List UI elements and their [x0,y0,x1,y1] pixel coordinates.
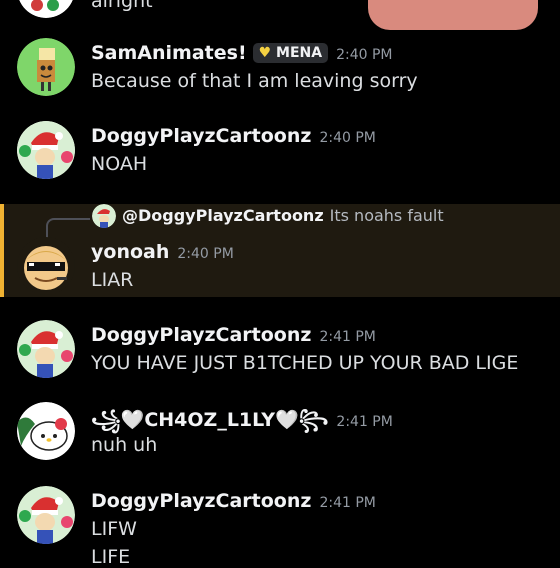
reply-text[interactable]: Its noahs fault [330,206,444,225]
message-text-2: LIFE [91,546,131,568]
reply-preview[interactable]: @DoggyPlayzCartoonz Its noahs fault [122,206,444,225]
username[interactable]: DoggyPlayzCartoonz 2:41 PM [91,324,376,346]
username[interactable]: SamAnimates! ♥ MENA 2:40 PM [91,42,393,64]
username-text[interactable]: yonoah [91,241,169,263]
message-text: nuh uh [91,434,158,456]
avatar-yonoah[interactable] [17,237,75,295]
reply-avatar[interactable] [92,204,116,228]
timestamp: 2:40 PM [336,47,393,63]
avatar-partial[interactable] [17,0,75,18]
username[interactable]: DoggyPlayzCartoonz 2:41 PM [91,490,376,512]
username[interactable]: DoggyPlayzCartoonz 2:40 PM [91,125,376,147]
username-text[interactable]: DoggyPlayzCartoonz [91,490,311,512]
timestamp: 2:40 PM [319,130,376,146]
message-text: Because of that I am leaving sorry [91,70,418,92]
message-text: alright [91,0,153,12]
message-text: LIAR [91,269,134,291]
badge-label: MENA [276,45,323,61]
avatar-lily[interactable] [17,402,75,460]
username-text[interactable]: DoggyPlayzCartoonz [91,125,311,147]
timestamp: 2:41 PM [336,414,393,430]
username-text[interactable]: DoggyPlayzCartoonz [91,324,311,346]
username-text[interactable]: SamAnimates! [91,42,247,64]
timestamp: 2:41 PM [319,329,376,345]
reply-username[interactable]: @DoggyPlayzCartoonz [122,206,324,225]
timestamp: 2:41 PM [319,495,376,511]
attachment-card[interactable] [368,0,538,30]
username[interactable]: yonoah 2:40 PM [91,241,234,263]
message-text: YOU HAVE JUST B1TCHED UP YOUR BAD LIGE [91,352,519,374]
avatar-doggy[interactable] [17,320,75,378]
server-tag-badge[interactable]: ♥ MENA [252,43,329,63]
timestamp: 2:40 PM [177,246,234,262]
message-text: NOAH [91,153,148,175]
avatar-doggy[interactable] [17,486,75,544]
yellow-heart-icon: ♥ [258,45,272,61]
avatar-doggy[interactable] [17,121,75,179]
avatar-sam[interactable] [17,38,75,96]
message-text: LIFW [91,518,137,540]
username-text[interactable]: ꧁🤍CH4OZ_L1LY🤍꧂ [91,409,328,431]
